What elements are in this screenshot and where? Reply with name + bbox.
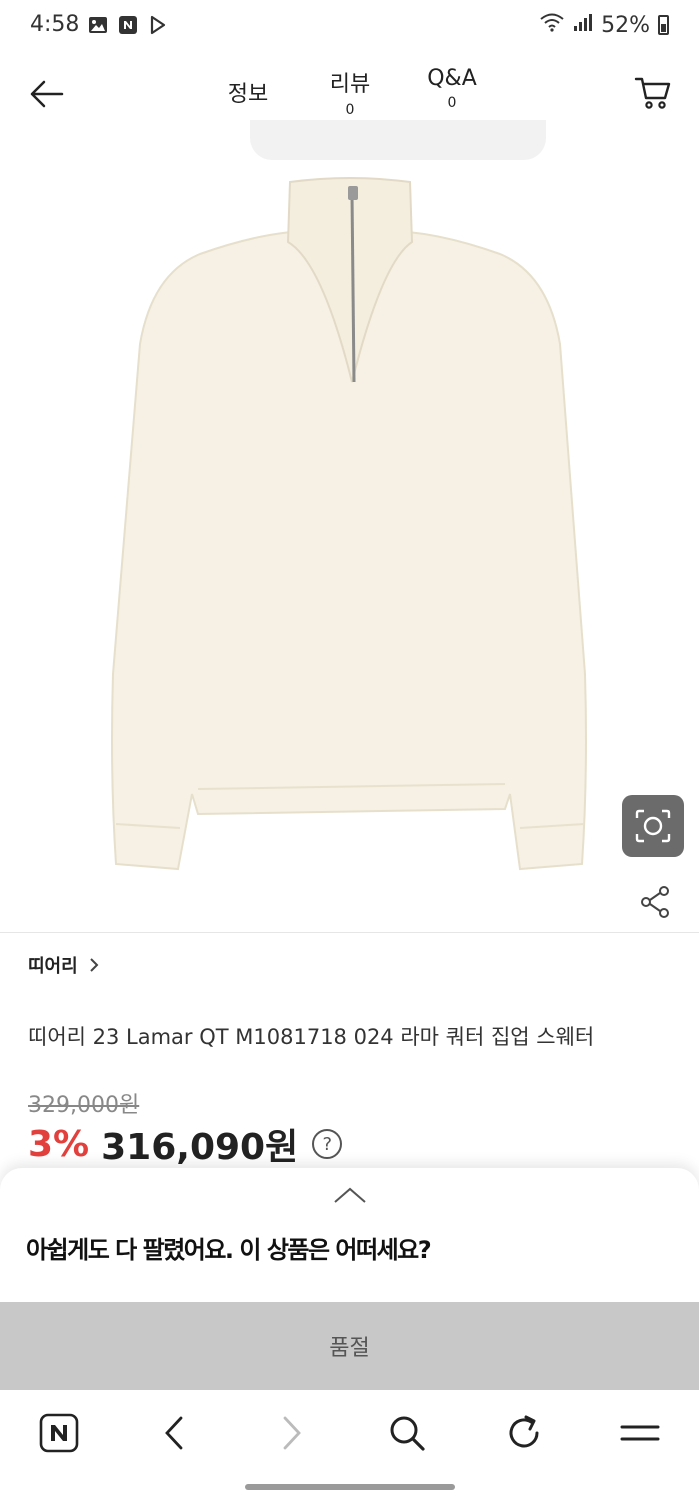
tab-qa-label: Q&A <box>427 66 477 91</box>
refresh-icon <box>509 1415 539 1448</box>
status-right: 52% <box>539 12 669 38</box>
divider <box>0 932 699 933</box>
browser-back-button[interactable] <box>153 1412 195 1454</box>
tab-review-label: 리뷰 <box>329 72 371 97</box>
home-indicator[interactable] <box>245 1484 455 1490</box>
tab-review[interactable]: 리뷰 0 <box>318 66 382 118</box>
search-bar-peek <box>250 120 546 160</box>
naver-home-button[interactable] <box>38 1412 80 1454</box>
tab-info-label: 정보 <box>227 82 269 107</box>
play-store-icon <box>148 15 168 35</box>
tab-info[interactable]: 정보 <box>218 76 278 108</box>
chevron-up-icon <box>334 1187 366 1203</box>
naver-n-icon <box>39 1413 79 1453</box>
help-icon[interactable]: ? <box>312 1129 343 1159</box>
share-icon <box>641 886 669 918</box>
gallery-icon <box>88 15 108 35</box>
soldout-button[interactable]: 품절 <box>0 1302 699 1390</box>
sale-price: 316,090원 <box>101 1127 299 1168</box>
browser-refresh-button[interactable] <box>503 1412 545 1454</box>
camera-lens-icon <box>635 809 671 843</box>
status-time: 4:58 <box>30 12 80 37</box>
browser-menu-button[interactable] <box>619 1412 661 1454</box>
forward-icon <box>283 1416 301 1450</box>
cart-icon <box>634 77 671 109</box>
browser-toolbar <box>0 1390 699 1476</box>
soldout-label: 품절 <box>329 1336 370 1361</box>
product-image[interactable] <box>0 134 699 930</box>
product-title: 띠어리 23 Lamar QT M1081718 024 라마 쿼터 집업 스웨… <box>28 1025 595 1049</box>
brand-link[interactable]: 띠어리 <box>28 952 100 978</box>
chevron-right-icon <box>89 958 99 972</box>
sheet-expand-handle[interactable] <box>332 1184 368 1208</box>
back-button[interactable] <box>26 74 66 114</box>
original-price: 329,000원 <box>28 1093 140 1118</box>
tab-qa-count: 0 <box>447 95 457 111</box>
naver-n-icon <box>118 15 138 35</box>
menu-icon <box>620 1425 660 1441</box>
lens-search-button[interactable] <box>622 795 684 857</box>
browser-forward-button[interactable] <box>271 1412 313 1454</box>
price-row: 3% 316,090원 ? <box>28 1118 343 1170</box>
battery-percent: 52% <box>601 12 650 38</box>
wifi-icon <box>539 12 565 38</box>
signal-icon <box>573 12 593 38</box>
tab-qa[interactable]: Q&A 0 <box>414 66 490 111</box>
browser-search-button[interactable] <box>386 1412 428 1454</box>
discount-rate: 3% <box>28 1123 90 1165</box>
back-icon <box>165 1416 183 1450</box>
search-icon <box>390 1416 425 1451</box>
recommend-sheet: 아쉽게도 다 팔렸어요. 이 상품은 어떠세요? 품절 <box>0 1168 699 1390</box>
back-arrow-icon <box>30 80 64 108</box>
tab-review-count: 0 <box>345 102 355 118</box>
cart-button[interactable] <box>633 72 673 112</box>
notification-icons <box>88 15 168 35</box>
sweater-image <box>111 177 587 871</box>
brand-name: 띠어리 <box>28 956 78 977</box>
share-button[interactable] <box>638 884 674 920</box>
status-bar: 4:58 52% <box>0 0 699 54</box>
soldout-message: 아쉽게도 다 팔렸어요. 이 상품은 어떠세요? <box>26 1236 432 1264</box>
battery-icon <box>658 15 669 35</box>
